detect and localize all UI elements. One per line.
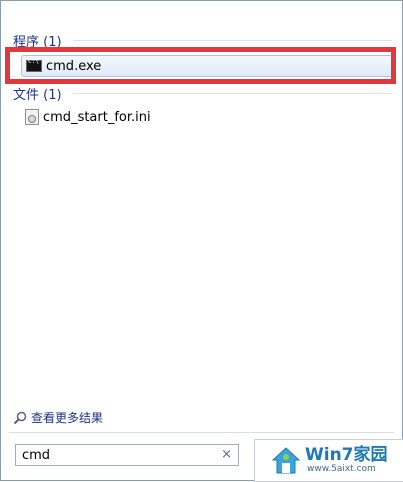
group-divider [73, 40, 392, 41]
see-more-label: 查看更多结果 [31, 411, 104, 425]
footer-divider [9, 432, 394, 433]
ini-file-icon [25, 109, 39, 125]
group-header-files: 文件 (1) [13, 88, 62, 103]
watermark-logo: Win7家园 www.5aixt.com [254, 439, 403, 482]
search-input[interactable] [20, 446, 214, 464]
clear-icon[interactable]: × [221, 447, 232, 462]
watermark-url: www.5aixt.com [307, 463, 376, 474]
search-icon [13, 411, 27, 424]
result-label: cmd_start_for.ini [43, 109, 151, 125]
highlight-frame [5, 47, 396, 84]
see-more-results-link[interactable]: 查看更多结果 [13, 409, 103, 426]
house-logo-icon [271, 446, 301, 473]
result-item-cmd-start-for-ini[interactable]: cmd_start_for.ini [21, 107, 391, 127]
search-box[interactable]: × [15, 444, 239, 466]
watermark-title: Win7家园 [305, 444, 388, 465]
group-divider [73, 93, 392, 94]
